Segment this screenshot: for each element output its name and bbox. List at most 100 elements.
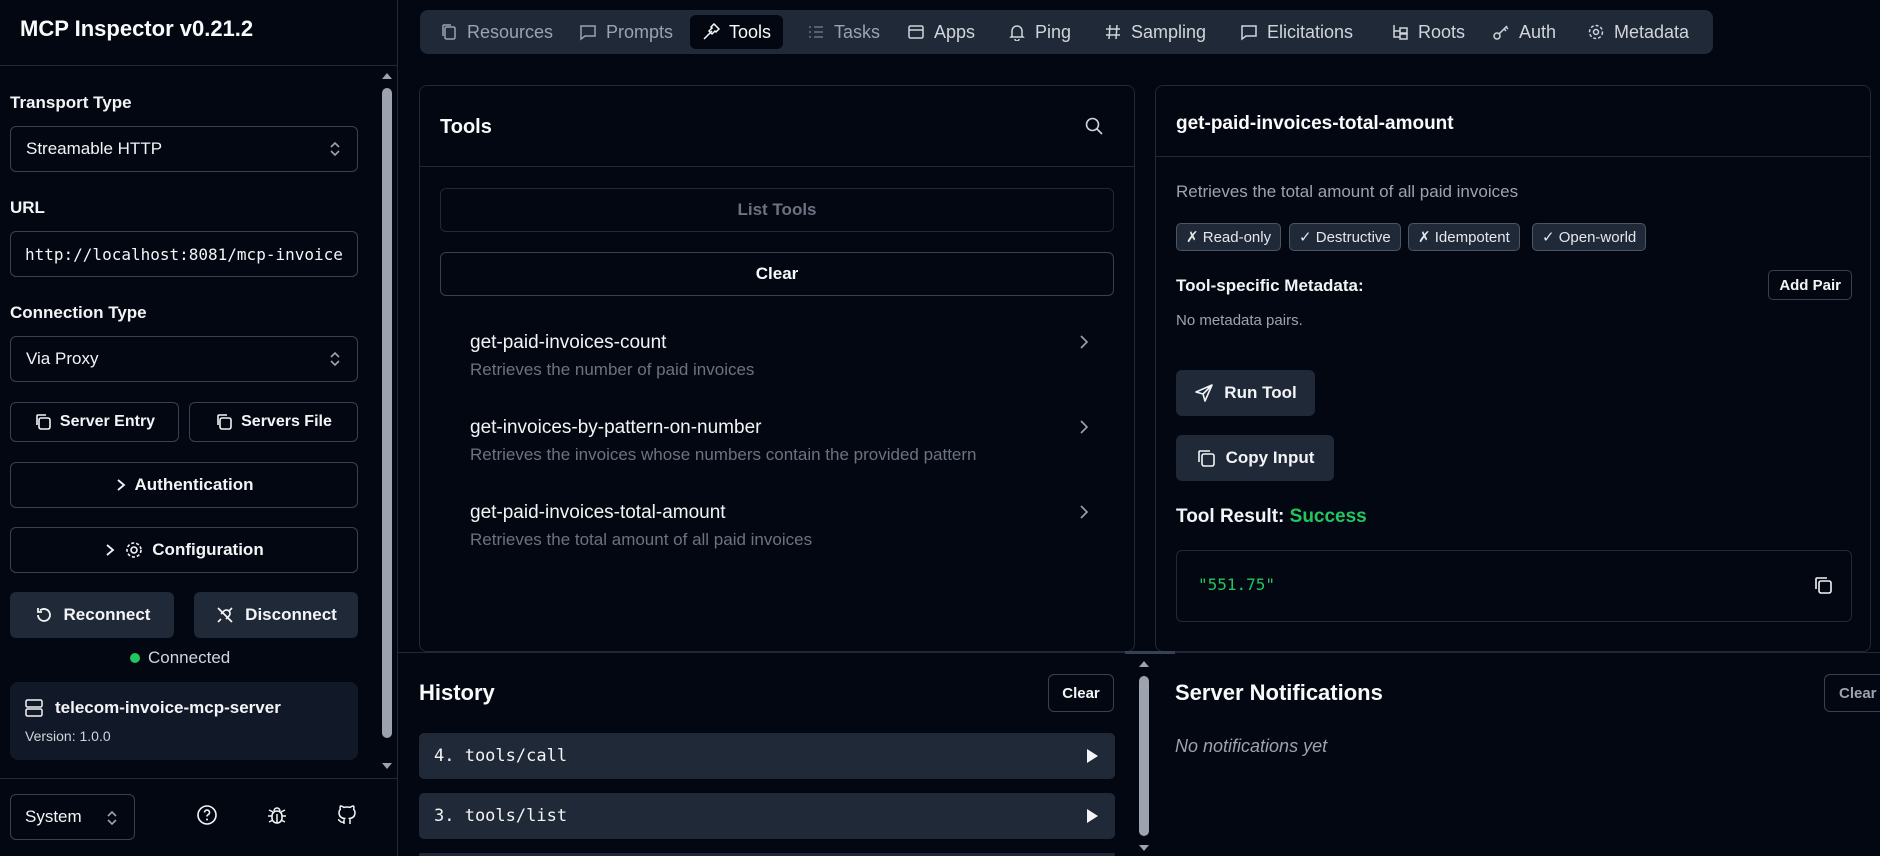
tool-description: Retrieves the number of paid invoices: [470, 360, 755, 379]
copy-input-button[interactable]: Copy Input: [1176, 435, 1334, 481]
history-scrollbar[interactable]: [1137, 656, 1151, 856]
scrollbar-thumb[interactable]: [1139, 676, 1149, 836]
copy-icon[interactable]: [1813, 575, 1833, 595]
server-entry-button[interactable]: Server Entry: [10, 402, 179, 442]
tool-description: Retrieves the invoices whose numbers con…: [470, 445, 977, 464]
run-tool-button[interactable]: Run Tool: [1176, 370, 1315, 416]
resize-handle[interactable]: [1125, 651, 1175, 654]
tool-list-item[interactable]: get-paid-invoices-total-amount Retrieves…: [440, 494, 1114, 564]
add-pair-button[interactable]: Add Pair: [1768, 270, 1852, 300]
annotation-badge-idempotent: ✗ Idempotent: [1408, 223, 1520, 251]
transport-type-label: Transport Type: [10, 93, 132, 112]
chevron-right-icon: [1080, 420, 1089, 434]
connection-status: Connected: [130, 648, 230, 668]
selected-tool-description: Retrieves the total amount of all paid i…: [1176, 182, 1519, 201]
scrollbar-thumb[interactable]: [382, 88, 392, 738]
configuration-label: Configuration: [152, 540, 264, 559]
status-text: Connected: [148, 648, 231, 667]
list-icon: [809, 26, 823, 38]
notifications-empty-text: No notifications yet: [1175, 736, 1328, 756]
configuration-toggle[interactable]: Configuration: [10, 527, 358, 573]
disconnect-label: Disconnect: [245, 605, 337, 624]
connection-type-value: Via Proxy: [26, 349, 99, 368]
tab-label: Tools: [729, 21, 772, 42]
tool-result-status: Success: [1289, 506, 1367, 527]
chevron-right-icon: [116, 479, 125, 491]
app-window-icon: [908, 25, 924, 39]
tab-roots[interactable]: Roots: [1379, 15, 1477, 49]
tab-prompts[interactable]: Prompts: [567, 15, 685, 49]
reconnect-button[interactable]: Reconnect: [10, 592, 174, 638]
tab-label: Roots: [1418, 21, 1466, 42]
tool-result-box: "551.75": [1176, 550, 1852, 622]
divider: [420, 166, 1134, 167]
transport-type-select[interactable]: Streamable HTTP: [10, 126, 358, 172]
copy-icon: [1197, 450, 1215, 467]
search-icon[interactable]: [1084, 116, 1104, 136]
tab-elicitations[interactable]: Elicitations: [1228, 15, 1365, 49]
transport-type-value: Streamable HTTP: [26, 139, 163, 158]
no-metadata-text: No metadata pairs.: [1176, 312, 1303, 329]
hammer-icon: [703, 23, 720, 40]
clear-tools-button[interactable]: Clear: [440, 252, 1114, 296]
scroll-up-arrow-icon[interactable]: [380, 70, 394, 82]
history-clear-button[interactable]: Clear: [1048, 674, 1114, 712]
connection-type-select[interactable]: Via Proxy: [10, 336, 358, 382]
notifications-clear-button[interactable]: Clear: [1824, 674, 1880, 712]
tab-label: Sampling: [1131, 21, 1207, 42]
tab-metadata[interactable]: Metadata: [1575, 15, 1701, 49]
tab-ping[interactable]: Ping: [996, 15, 1083, 49]
key-icon: [1493, 25, 1509, 40]
tab-resources[interactable]: Resources: [428, 15, 565, 49]
tab-auth[interactable]: Auth: [1480, 15, 1568, 49]
tool-list-item[interactable]: get-invoices-by-pattern-on-number Retrie…: [440, 409, 1114, 479]
app-title: MCP Inspector v0.21.2: [20, 16, 254, 41]
github-icon[interactable]: [336, 804, 358, 826]
tab-sampling[interactable]: Sampling: [1092, 15, 1218, 49]
chevrons-up-down-icon: [107, 810, 117, 826]
sidebar-scrollbar[interactable]: [380, 70, 394, 772]
sidebar: MCP Inspector v0.21.2 Transport Type Str…: [0, 0, 398, 856]
history-item-label: 3. tools/list: [434, 806, 568, 826]
tab-label: Prompts: [606, 21, 674, 42]
metadata-label: Tool-specific Metadata:: [1176, 276, 1364, 295]
play-icon: [1087, 749, 1098, 763]
help-icon[interactable]: [196, 804, 218, 826]
tool-result-heading: Tool Result: Success: [1176, 506, 1367, 528]
bell-icon: [1009, 25, 1025, 41]
disconnect-button[interactable]: Disconnect: [194, 592, 358, 638]
history-item[interactable]: 4. tools/call: [419, 733, 1115, 779]
chevron-right-icon: [106, 544, 115, 556]
bug-icon[interactable]: [266, 804, 288, 826]
tab-apps[interactable]: Apps: [895, 15, 987, 49]
url-input[interactable]: http://localhost:8081/mcp-invoice: [10, 231, 358, 277]
tab-tools[interactable]: Tools: [690, 15, 784, 49]
selected-tool-title: get-paid-invoices-total-amount: [1176, 113, 1454, 134]
play-icon: [1087, 809, 1098, 823]
copy-input-label: Copy Input: [1225, 448, 1315, 467]
chevron-right-icon: [1080, 505, 1089, 519]
scroll-down-arrow-icon[interactable]: [1137, 842, 1151, 854]
tool-result-value: "551.75": [1198, 575, 1276, 594]
authentication-toggle[interactable]: Authentication: [10, 462, 358, 508]
authentication-label: Authentication: [134, 475, 254, 494]
server-name: telecom-invoice-mcp-server: [55, 698, 281, 717]
tool-list-item[interactable]: get-paid-invoices-count Retrieves the nu…: [440, 324, 1114, 394]
scroll-down-arrow-icon[interactable]: [380, 760, 394, 772]
server-notifications-title: Server Notifications: [1175, 680, 1383, 705]
gear-icon: [126, 542, 143, 558]
history-item[interactable]: 3. tools/list: [419, 793, 1115, 839]
folder-tree-icon: [1393, 25, 1408, 40]
scroll-up-arrow-icon[interactable]: [1137, 658, 1151, 670]
tool-detail-panel: get-paid-invoices-total-amount Retrieves…: [1155, 85, 1871, 652]
servers-file-label: Servers File: [241, 413, 332, 430]
tab-label: Tasks: [834, 21, 881, 42]
theme-select[interactable]: System: [10, 794, 135, 840]
list-tools-button[interactable]: List Tools: [440, 188, 1114, 232]
files-icon: [442, 24, 456, 40]
tab-label: Resources: [467, 21, 554, 42]
servers-file-button[interactable]: Servers File: [189, 402, 358, 442]
server-version: Version: 1.0.0: [25, 728, 111, 744]
tab-tasks[interactable]: Tasks: [795, 15, 892, 49]
history-title: History: [419, 680, 495, 705]
